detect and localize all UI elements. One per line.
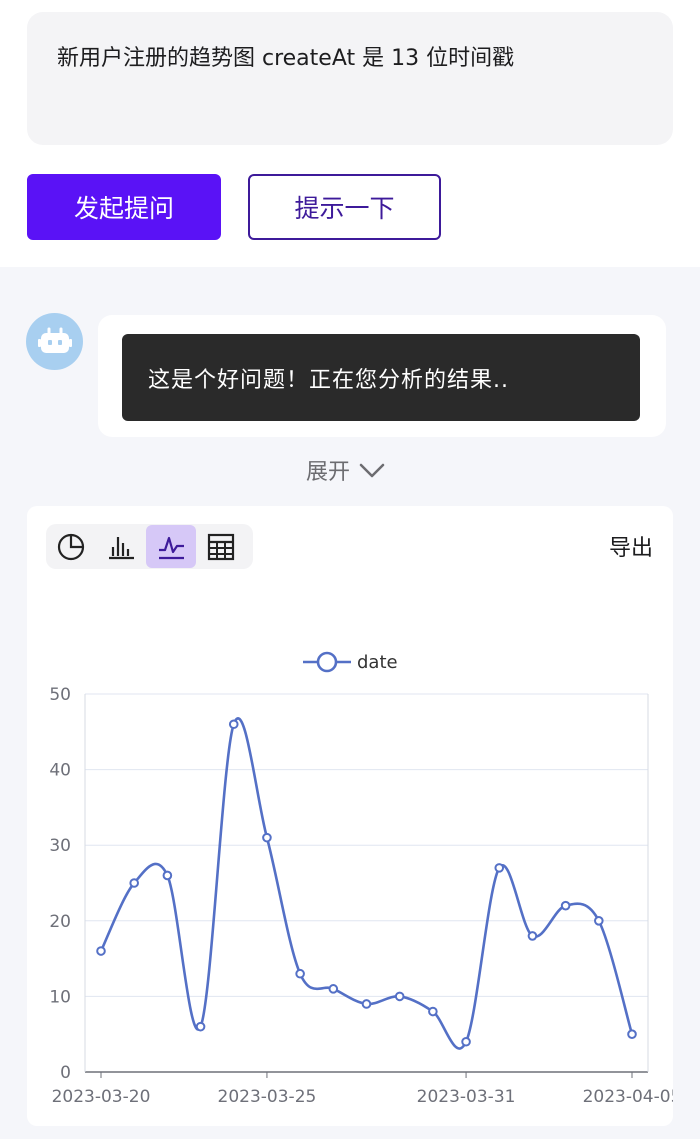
bot-reply-card: 这是个好问题！正在您分析的结果.. — [98, 315, 666, 437]
data-point — [394, 991, 405, 1002]
robot-icon — [37, 327, 72, 353]
y-tick-label: 20 — [49, 912, 71, 932]
table-icon — [207, 533, 235, 560]
x-tick-label: 2023-03-31 — [417, 1087, 516, 1107]
y-tick-label: 10 — [49, 987, 71, 1007]
chart-card: 0 10 20 30 40 50 2023-03-20 2023-03-25 2023-03-3… — [27, 506, 673, 1126]
data-point — [428, 1006, 438, 1017]
expand-toggle[interactable]: 展开 — [306, 452, 386, 488]
ask-button-label: 发起提问 — [73, 194, 174, 223]
data-point — [494, 863, 505, 873]
data-point — [96, 946, 106, 956]
export-button[interactable]: 导出 — [609, 530, 653, 562]
data-point — [328, 984, 339, 994]
data-point — [594, 916, 604, 926]
x-tick-label: 2023-03-20 — [52, 1087, 151, 1107]
question-input[interactable]: 新用户注册的趋势图 createAt 是 13 位时间戳 — [27, 12, 673, 145]
y-tick-label: 0 — [60, 1063, 71, 1083]
data-point — [228, 719, 239, 730]
pie-chart-icon — [57, 533, 85, 560]
x-tick-label: 2023-04-05 — [583, 1087, 673, 1107]
data-point — [627, 1029, 637, 1040]
y-tick-label: 30 — [49, 836, 71, 856]
series-line — [99, 717, 634, 1050]
data-point — [262, 832, 272, 843]
data-point — [461, 1036, 471, 1047]
table-tool[interactable] — [196, 525, 246, 568]
data-point — [295, 968, 305, 979]
data-point — [129, 878, 139, 888]
bot-reply-bubble: 这是个好问题！正在您分析的结果.. — [122, 334, 640, 421]
bar-chart-icon — [109, 536, 134, 559]
x-tick-label: 2023-03-25 — [218, 1087, 317, 1107]
data-point — [527, 931, 538, 941]
question-text: 新用户注册的趋势图 createAt 是 13 位时间戳 — [57, 46, 515, 71]
export-label: 导出 — [608, 536, 653, 561]
data-point — [195, 1021, 206, 1032]
bar-chart-tool[interactable] — [96, 525, 146, 568]
line-chart-icon — [159, 536, 184, 559]
expand-label: 展开 — [306, 460, 351, 485]
data-point — [560, 900, 571, 911]
hint-button-label: 提示一下 — [294, 194, 395, 223]
ask-button[interactable]: 发起提问 — [27, 174, 221, 240]
y-tick-label: 50 — [49, 685, 71, 705]
y-tick-label: 40 — [49, 761, 71, 781]
bot-reply-text: 这是个好问题！正在您分析的结果.. — [148, 367, 509, 393]
line-chart: 0 10 20 30 40 50 2023-03-20 2023-03-25 2023-03-3… — [49, 651, 673, 1107]
question-panel: 新用户注册的趋势图 createAt 是 13 位时间戳 发起提问 提示一下 — [0, 0, 700, 267]
legend-marker — [316, 651, 338, 673]
data-point — [162, 870, 173, 881]
line-chart-tool[interactable] — [146, 525, 196, 568]
bot-avatar — [26, 313, 83, 370]
hint-button[interactable]: 提示一下 — [248, 174, 441, 240]
chevron-down-icon — [359, 463, 385, 478]
pie-chart-tool[interactable] — [46, 525, 96, 568]
legend-label: date — [357, 652, 398, 673]
chart-type-toolbar — [46, 524, 253, 569]
data-point — [361, 999, 372, 1009]
